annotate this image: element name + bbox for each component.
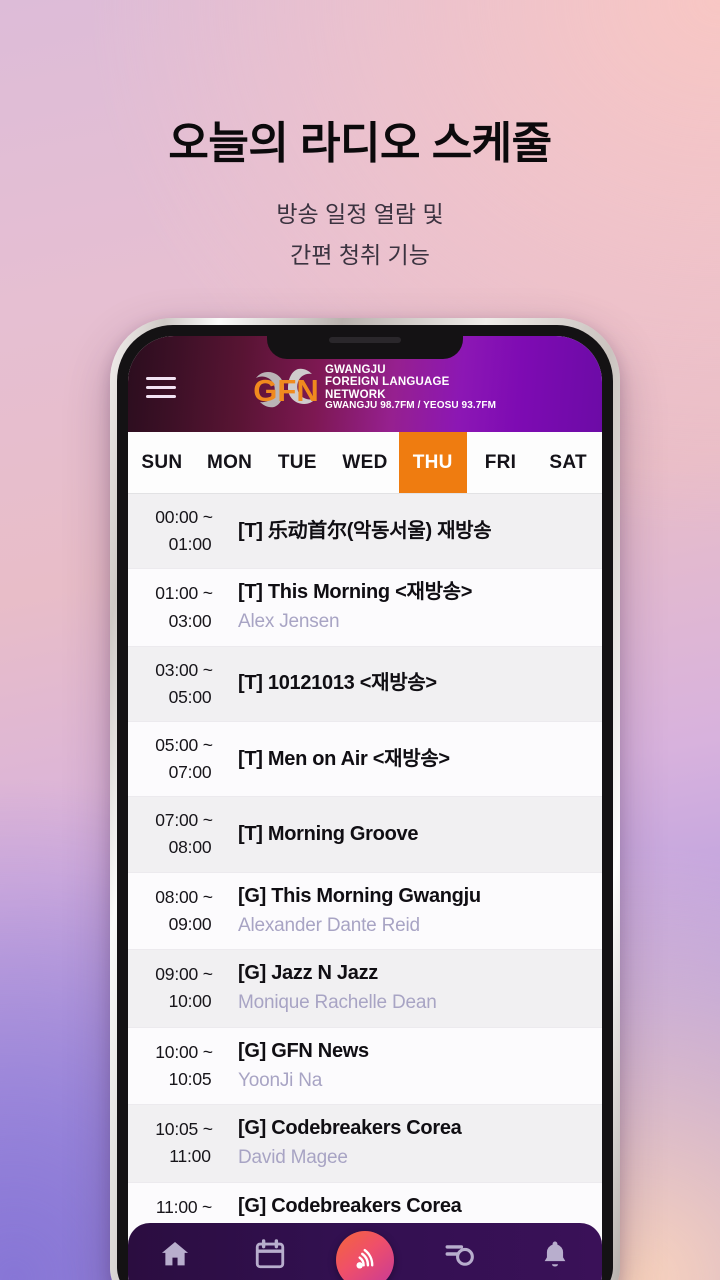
schedule-row-info: [G] GFN News YoonJi Na xyxy=(232,1038,602,1095)
schedule-row[interactable]: 01:00 ~ 03:00 [T] This Morning <재방송> Alex J… xyxy=(128,569,602,647)
schedule-row-title: [G] This Morning Gwangju xyxy=(238,884,481,907)
schedule-row-start-time: 08:00 ~ xyxy=(155,886,213,907)
schedule-row-start-time: 11:00 ~ xyxy=(155,1196,213,1217)
promo-block: 오늘의 라디오 스케줄 방송 일정 열람 및 간편 청취 기능 xyxy=(0,118,720,276)
schedule-row-host: Alexander Dante Reid xyxy=(238,914,420,936)
promo-subtitle-line-1: 방송 일정 열람 및 xyxy=(276,200,444,227)
day-tab-tue[interactable]: TUE xyxy=(263,432,331,493)
schedule-row[interactable]: 00:00 ~ 01:00 [T] 乐动首尔(악동서울) 재방송 xyxy=(128,494,602,570)
schedule-row-info: [T] Morning Groove xyxy=(232,821,602,848)
schedule-row-end-time: 10:05 xyxy=(168,1068,212,1089)
nav-item-live-radio[interactable] xyxy=(318,1231,413,1280)
schedule-row-end-time: 11:00 xyxy=(169,1146,211,1167)
schedule-row-start-time: 03:00 ~ xyxy=(155,659,213,680)
day-tab-wed[interactable]: WED xyxy=(331,432,399,493)
app-screen: GFN GWANGJU FOREIGN LANGUAGE NETWORK GWA… xyxy=(128,336,602,1280)
calendar-icon xyxy=(256,1239,285,1269)
promo-subtitle-line-2: 간편 청취 기능 xyxy=(290,241,430,268)
schedule-row-end-time: 09:00 xyxy=(168,913,212,934)
phone-bezel: GFN GWANGJU FOREIGN LANGUAGE NETWORK GWA… xyxy=(117,325,613,1280)
schedule-row-end-time: 05:00 xyxy=(168,686,212,707)
playlist-icon xyxy=(445,1245,474,1266)
bottom-navigation-bar xyxy=(128,1223,602,1280)
schedule-row-title: [G] GFN News xyxy=(238,1039,369,1062)
nav-item-home[interactable] xyxy=(128,1237,223,1271)
schedule-row-time: 03:00 ~ 05:00 xyxy=(128,657,232,711)
schedule-row-host: Alex Jensen xyxy=(238,611,340,633)
brand-frequency: GWANGJU 98.7FM / YEOSU 93.7FM xyxy=(324,400,497,412)
schedule-row-info: [G] Codebreakers Corea David Magee xyxy=(232,1115,602,1172)
live-radio-broadcast-icon xyxy=(356,1248,374,1269)
nav-item-playlist[interactable] xyxy=(412,1237,507,1271)
svg-text:GFN: GFN xyxy=(254,373,318,408)
schedule-row-time: 10:00 ~ 10:05 xyxy=(128,1039,232,1093)
schedule-row-start-time: 00:00 ~ xyxy=(155,507,213,527)
live-radio-button[interactable] xyxy=(335,1231,394,1280)
schedule-row-title: [G] Jazz N Jazz xyxy=(238,962,378,985)
promo-subtitle: 방송 일정 열람 및 간편 청취 기능 xyxy=(0,194,720,276)
schedule-row[interactable]: 10:05 ~ 11:00 [G] Codebreakers Corea David … xyxy=(128,1105,602,1183)
notification-bell-icon xyxy=(544,1241,565,1267)
schedule-row-title: [T] This Morning <재방송> xyxy=(238,581,473,604)
brand-line-2: FOREIGN LANGUAGE xyxy=(324,376,450,389)
schedule-row-start-time: 07:00 ~ xyxy=(155,810,213,831)
schedule-row-start-time: 01:00 ~ xyxy=(155,583,213,604)
nav-item-schedule[interactable] xyxy=(223,1237,318,1271)
phone-earpiece-speaker xyxy=(329,337,401,343)
nav-item-notifications[interactable] xyxy=(507,1237,602,1271)
brand-text: GWANGJU FOREIGN LANGUAGE NETWORK GWANGJU… xyxy=(325,364,496,412)
day-tab-thu[interactable]: THU xyxy=(398,432,467,493)
schedule-row-title: [G] Codebreakers Corea xyxy=(238,1117,462,1140)
schedule-row-info: [T] Men on Air <재방송> xyxy=(232,746,602,773)
schedule-row[interactable]: 09:00 ~ 10:00 [G] Jazz N Jazz Monique Rache… xyxy=(128,950,602,1028)
gfn-logo-icon: GFN xyxy=(254,368,318,408)
schedule-row-time: 10:05 ~ 11:00 xyxy=(128,1116,232,1170)
schedule-row-info: [G] This Morning Gwangju Alexander Dante … xyxy=(232,883,602,940)
schedule-row-start-time: 10:00 ~ xyxy=(155,1041,213,1062)
schedule-row-title: [T] 乐动首尔(악동서울) 재방송 xyxy=(238,519,492,542)
day-tab-mon[interactable]: MON xyxy=(196,432,264,493)
home-icon xyxy=(162,1241,189,1266)
schedule-row-time: 07:00 ~ 08:00 xyxy=(128,807,232,861)
schedule-row-end-time: 07:00 xyxy=(168,762,212,783)
schedule-row-title: [G] Codebreakers Corea xyxy=(238,1194,462,1217)
schedule-row[interactable]: 08:00 ~ 09:00 [G] This Morning Gwangju Alex… xyxy=(128,872,602,951)
schedule-list[interactable]: 00:00 ~ 01:00 [T] 乐动首尔(악동서울) 재방송 01:00 ~ 03:… xyxy=(128,494,602,1280)
schedule-row-time: 05:00 ~ 07:00 xyxy=(128,732,232,786)
schedule-row-start-time: 10:05 ~ xyxy=(155,1119,213,1140)
schedule-row-title: [T] Men on Air <재방송> xyxy=(238,747,450,770)
schedule-row-info: [T] 10121013 <재방송> xyxy=(232,670,602,697)
schedule-row-start-time: 09:00 ~ xyxy=(155,964,213,985)
phone-mockup: GFN GWANGJU FOREIGN LANGUAGE NETWORK GWA… xyxy=(110,318,620,1280)
schedule-row-title: [T] Morning Groove xyxy=(238,822,419,845)
schedule-row-time: 00:00 ~ 01:00 xyxy=(128,504,232,558)
schedule-row-end-time: 08:00 xyxy=(168,837,212,858)
day-tab-bar: SUN MON TUE WED THU FRI SAT xyxy=(128,432,602,494)
schedule-row-time: 08:00 ~ 09:00 xyxy=(128,884,232,938)
schedule-row-end-time: 03:00 xyxy=(168,610,212,631)
schedule-row-time: 01:00 ~ 03:00 xyxy=(128,580,232,634)
day-tab-fri[interactable]: FRI xyxy=(467,432,535,493)
day-tab-sat[interactable]: SAT xyxy=(534,432,602,493)
schedule-row-start-time: 05:00 ~ xyxy=(155,735,213,756)
schedule-row-host: Monique Rachelle Dean xyxy=(238,992,437,1014)
schedule-row-end-time: 01:00 xyxy=(168,534,212,555)
schedule-row-time: 09:00 ~ 10:00 xyxy=(128,961,232,1015)
schedule-row-host: YoonJi Na xyxy=(238,1069,323,1091)
brand-lockup: GFN GWANGJU FOREIGN LANGUAGE NETWORK GWA… xyxy=(162,364,588,412)
page-title: 오늘의 라디오 스케줄 xyxy=(168,119,552,168)
schedule-row-host: David Magee xyxy=(238,1147,348,1169)
schedule-row[interactable]: 10:00 ~ 10:05 [G] GFN News YoonJi Na xyxy=(128,1027,602,1106)
schedule-row-end-time: 10:00 xyxy=(168,991,212,1012)
brand-line-1: GWANGJU xyxy=(324,363,386,376)
schedule-row-info: [T] 乐动首尔(악동서울) 재방송 xyxy=(232,518,602,545)
schedule-row-info: [T] This Morning <재방송> Alex Jensen xyxy=(232,579,602,636)
schedule-row-info: [G] Jazz N Jazz Monique Rachelle Dean xyxy=(232,960,602,1017)
schedule-row[interactable]: 07:00 ~ 08:00 [T] Morning Groove xyxy=(128,797,602,873)
schedule-row[interactable]: 05:00 ~ 07:00 [T] Men on Air <재방송> xyxy=(128,722,602,798)
schedule-row[interactable]: 03:00 ~ 05:00 [T] 10121013 <재방송> xyxy=(128,646,602,723)
schedule-row-title: [T] 10121013 <재방송> xyxy=(238,672,437,695)
day-tab-sun[interactable]: SUN xyxy=(128,432,196,493)
